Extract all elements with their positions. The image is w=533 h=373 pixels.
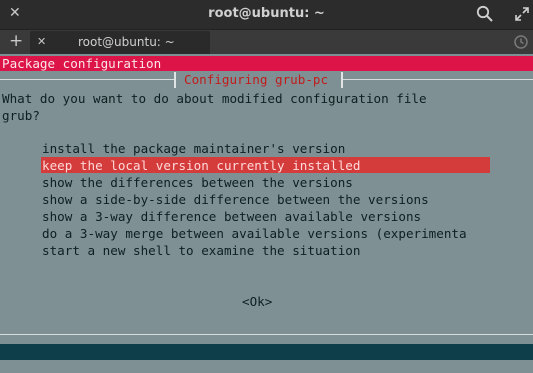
- tab-root-ubuntu[interactable]: ✕ root@ubuntu: ~: [30, 31, 210, 54]
- tab-label: root@ubuntu: ~: [78, 35, 175, 49]
- option-new-shell[interactable]: start a new shell to examine the situati…: [42, 242, 360, 259]
- window-title: root@ubuntu: ~: [208, 6, 325, 21]
- dialog-title-box: Configuring grub-pc: [174, 72, 343, 88]
- question-line-2: grub?: [2, 108, 40, 123]
- terminal-bottom-band: [0, 344, 533, 360]
- package-configuration-label: Package configuration: [2, 56, 162, 71]
- option-keep-local[interactable]: keep the local version currently install…: [42, 157, 360, 174]
- dialog-title: Configuring grub-pc: [184, 72, 329, 87]
- tab-bar: + ✕ root@ubuntu: ~: [0, 29, 533, 55]
- option-side-by-side[interactable]: show a side-by-side difference between t…: [42, 191, 429, 208]
- terminal-view[interactable]: Package configuration Configuring grub-p…: [0, 54, 533, 373]
- terminal-bottom-strip: [0, 360, 533, 373]
- option-install-maintainer[interactable]: install the package maintainer's version: [42, 140, 345, 157]
- expand-icon[interactable]: [514, 6, 530, 26]
- package-configuration-bar: Package configuration: [0, 56, 533, 71]
- search-icon[interactable]: [476, 5, 494, 27]
- new-tab-button[interactable]: +: [9, 31, 23, 51]
- close-tab-icon[interactable]: ✕: [37, 35, 46, 48]
- option-3way-merge[interactable]: do a 3-way merge between available versi…: [42, 225, 467, 242]
- option-3way-difference[interactable]: show a 3-way difference between availabl…: [42, 208, 421, 225]
- history-icon[interactable]: [513, 34, 529, 54]
- option-show-differences[interactable]: show the differences between the version…: [42, 174, 353, 191]
- window-titlebar: ✕ root@ubuntu: ~: [0, 0, 533, 29]
- ok-button[interactable]: <Ok>: [242, 293, 272, 310]
- dialog-bottom-border: [0, 334, 533, 335]
- question-line-1: What do you want to do about modified co…: [2, 91, 427, 106]
